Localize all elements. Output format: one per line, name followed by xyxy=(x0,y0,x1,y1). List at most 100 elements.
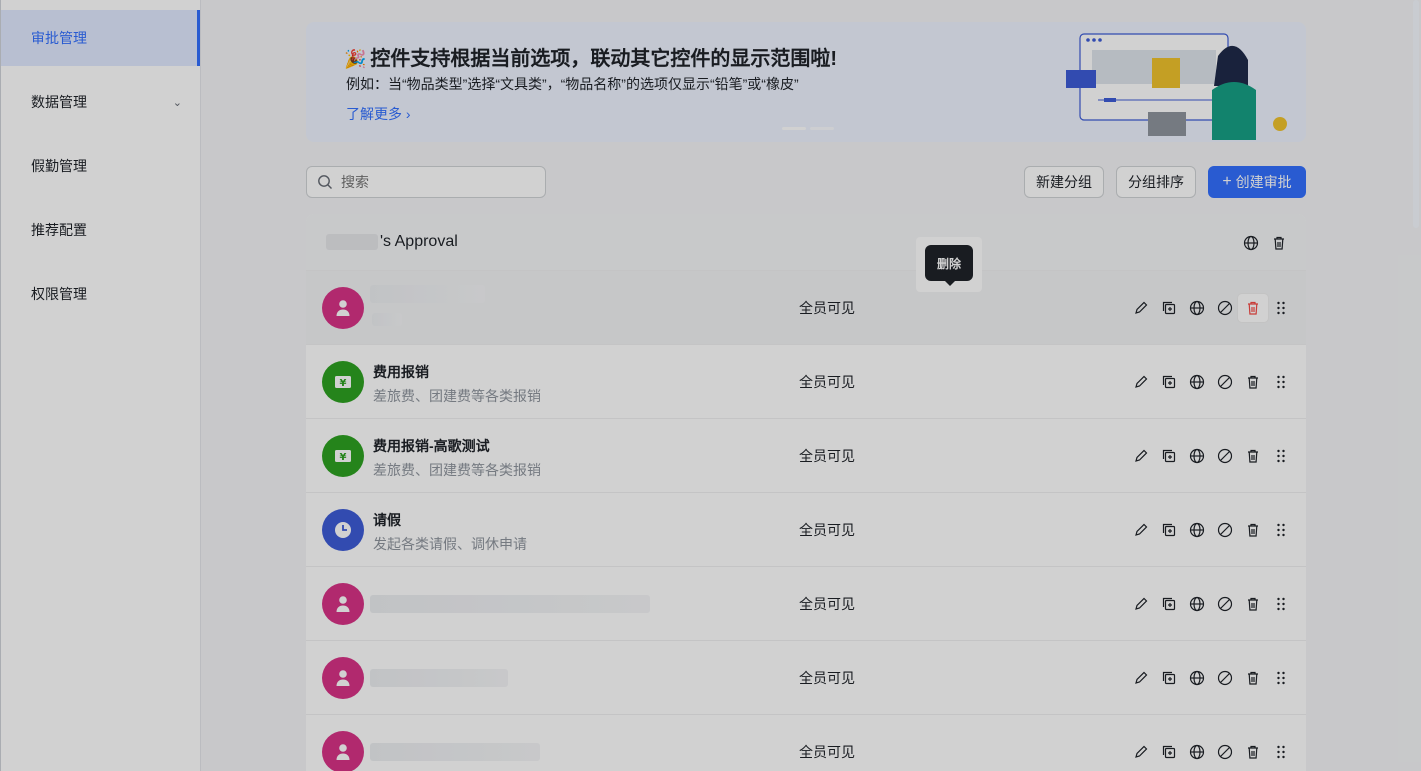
disable-icon[interactable] xyxy=(1216,521,1234,539)
sidebar-item-recommend[interactable]: 推荐配置 xyxy=(1,202,200,258)
edit-icon[interactable] xyxy=(1132,521,1150,539)
globe-icon[interactable] xyxy=(1188,373,1206,391)
carousel-dot[interactable] xyxy=(782,127,806,130)
globe-icon[interactable] xyxy=(1188,595,1206,613)
row-text: 请假发起各类请假、调休申请 xyxy=(373,510,527,554)
approval-avatar xyxy=(322,508,364,551)
edit-icon[interactable] xyxy=(1132,447,1150,465)
banner-description: 例如：当“物品类型”选择“文具类”，“物品名称”的选项仅显示“铅笔”或“橡皮” xyxy=(346,76,799,92)
search-input[interactable] xyxy=(341,174,531,190)
chevron-down-icon: ⌄ xyxy=(172,96,182,109)
sidebar-item-label: 数据管理 xyxy=(31,94,87,110)
drag-handle-icon[interactable] xyxy=(1272,521,1290,539)
search-box[interactable] xyxy=(306,166,546,198)
copy-icon[interactable] xyxy=(1160,669,1178,687)
table-row[interactable]: 全员可见 xyxy=(306,714,1306,771)
yen-icon: ¥ xyxy=(335,449,351,463)
copy-icon[interactable] xyxy=(1160,521,1178,539)
create-approval-button[interactable]: + 创建审批 xyxy=(1208,166,1306,198)
plus-icon: + xyxy=(1222,173,1232,190)
group-header: 's Approval xyxy=(306,214,1306,270)
drag-handle-icon[interactable] xyxy=(1272,447,1290,465)
row-text: 费用报销差旅费、团建费等各类报销 xyxy=(373,362,541,406)
row-text: 费用报销-高歌测试 差旅费、团建费等各类报销 xyxy=(373,436,541,480)
copy-icon[interactable] xyxy=(1160,299,1178,317)
table-row[interactable]: 全员可见 xyxy=(306,640,1306,714)
approval-name: 费用报销 xyxy=(373,364,429,380)
drag-handle-icon[interactable] xyxy=(1272,595,1290,613)
learn-more-link[interactable]: 了解更多 › xyxy=(346,104,411,124)
table-row[interactable]: 全员可见 xyxy=(306,566,1306,640)
banner-illustration xyxy=(1066,33,1287,140)
redacted-name xyxy=(370,595,650,613)
trash-icon[interactable] xyxy=(1238,293,1268,322)
sidebar-item-label: 审批管理 xyxy=(31,30,87,46)
globe-icon[interactable] xyxy=(1188,447,1206,465)
approval-description: 差旅费、团建费等各类报销 xyxy=(373,388,541,404)
new-group-button[interactable]: 新建分组 xyxy=(1024,166,1104,198)
edit-icon[interactable] xyxy=(1132,669,1150,687)
disable-icon[interactable] xyxy=(1216,299,1234,317)
trash-icon[interactable] xyxy=(1244,595,1262,613)
drag-handle-icon[interactable] xyxy=(1272,669,1290,687)
trash-icon[interactable] xyxy=(1244,743,1262,761)
visibility-label: 全员可见 xyxy=(799,373,855,390)
sidebar-item-data[interactable]: 数据管理 ⌄ xyxy=(1,74,200,130)
approval-avatar: ¥ xyxy=(322,360,364,403)
trash-icon[interactable] xyxy=(1244,669,1262,687)
sidebar-item-label: 假勤管理 xyxy=(31,158,87,174)
disable-icon[interactable] xyxy=(1216,595,1234,613)
drag-handle-icon[interactable] xyxy=(1272,373,1290,391)
table-row[interactable]: 请假 发起各类请假、调休申请 全员可见 xyxy=(306,492,1306,566)
row-actions xyxy=(1132,373,1290,391)
copy-icon[interactable] xyxy=(1160,595,1178,613)
carousel-dot[interactable] xyxy=(810,127,834,130)
trash-icon[interactable] xyxy=(1244,447,1262,465)
approval-name: 请假 xyxy=(373,512,401,528)
row-actions xyxy=(1132,669,1290,687)
trash-icon[interactable] xyxy=(1244,373,1262,391)
drag-handle-icon[interactable] xyxy=(1272,743,1290,761)
copy-icon[interactable] xyxy=(1160,743,1178,761)
disable-icon[interactable] xyxy=(1216,447,1234,465)
edit-icon[interactable] xyxy=(1132,595,1150,613)
yen-icon: ¥ xyxy=(335,375,351,389)
table-row[interactable]: ¥ 费用报销差旅费、团建费等各类报销 全员可见 xyxy=(306,344,1306,418)
globe-icon[interactable] xyxy=(1188,521,1206,539)
edit-icon[interactable] xyxy=(1132,373,1150,391)
disable-icon[interactable] xyxy=(1216,669,1234,687)
edit-icon[interactable] xyxy=(1132,743,1150,761)
edit-icon[interactable] xyxy=(1132,299,1150,317)
globe-icon[interactable] xyxy=(1188,299,1206,317)
sidebar-item-approval[interactable]: 审批管理 xyxy=(1,10,200,66)
visibility-label: 全员可见 xyxy=(799,299,855,316)
globe-icon[interactable] xyxy=(1188,743,1206,761)
disable-icon[interactable] xyxy=(1216,373,1234,391)
svg-text:¥: ¥ xyxy=(340,378,347,389)
sort-group-button[interactable]: 分组排序 xyxy=(1116,166,1196,198)
disable-icon[interactable] xyxy=(1216,743,1234,761)
svg-text:¥: ¥ xyxy=(340,452,347,463)
sidebar-item-attendance[interactable]: 假勤管理 xyxy=(1,138,200,194)
carousel-dots xyxy=(782,127,834,130)
row-actions xyxy=(1132,293,1290,322)
redacted-name xyxy=(326,234,378,250)
trash-icon[interactable] xyxy=(1244,521,1262,539)
copy-icon[interactable] xyxy=(1160,373,1178,391)
redacted-description xyxy=(372,313,402,326)
globe-icon[interactable] xyxy=(1242,234,1260,252)
table-row[interactable]: 全员可见 xyxy=(306,270,1306,344)
globe-icon[interactable] xyxy=(1188,669,1206,687)
approval-description: 差旅费、团建费等各类报销 xyxy=(373,462,541,478)
drag-handle-icon[interactable] xyxy=(1272,299,1290,317)
person-icon xyxy=(336,669,350,686)
sidebar-item-permission[interactable]: 权限管理 xyxy=(1,266,200,322)
person-icon xyxy=(336,299,350,316)
row-actions xyxy=(1132,595,1290,613)
trash-icon[interactable] xyxy=(1270,234,1288,252)
copy-icon[interactable] xyxy=(1160,447,1178,465)
group-actions xyxy=(1242,234,1288,252)
scrollbar[interactable] xyxy=(1413,0,1419,228)
table-row[interactable]: ¥ 费用报销-高歌测试 差旅费、团建费等各类报销 全员可见 xyxy=(306,418,1306,492)
approval-description: 发起各类请假、调休申请 xyxy=(373,536,527,552)
